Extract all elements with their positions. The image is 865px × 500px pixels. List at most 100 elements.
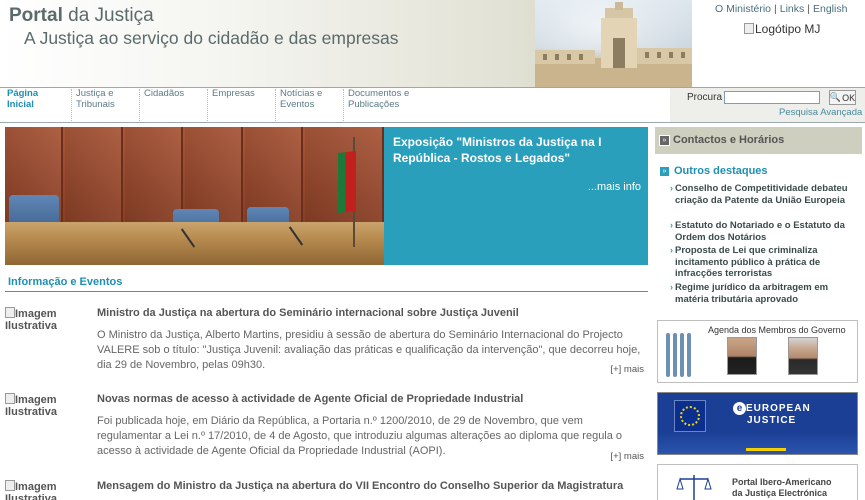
logo-mj[interactable]: Logótipo MJ (744, 22, 820, 36)
news-image: Imagem Ilustrativa (5, 393, 90, 418)
feature-title[interactable]: Exposição "Ministros da Justiça na I Rep… (393, 135, 643, 166)
broken-image-icon (744, 23, 754, 34)
highlight-item[interactable]: › Estatuto do Notariado e o Estatuto da O… (670, 220, 860, 243)
stripe (687, 333, 691, 377)
nav-item-empresas[interactable]: Empresas (207, 88, 273, 121)
news-title[interactable]: Mensagem do Ministro da Justiça na abert… (97, 480, 647, 492)
double-arrow-icon: » (659, 135, 670, 146)
nav-item-pagina-inicial[interactable]: Página Inicial (3, 88, 65, 121)
search-button-label: OK (842, 92, 856, 103)
nav-item-noticias-eventos[interactable]: Notícias e Eventos (275, 88, 341, 121)
scales-icon (676, 475, 712, 500)
highlight-text: Regime jurídico da arbitragem em matéria… (675, 282, 829, 305)
site-title[interactable]: Portal da Justiça (9, 5, 154, 27)
ej-line1: EUROPEAN (746, 403, 811, 414)
arch-illustration (535, 2, 692, 87)
nav-item-line2: Inicial (7, 98, 34, 110)
nav-item-line1: Página (7, 88, 39, 99)
contacts-label: Contactos e Horários (673, 134, 785, 146)
highlight-item[interactable]: › Proposta de Lei que criminaliza incitam… (670, 245, 860, 280)
info-heading: Informação e Eventos (8, 276, 123, 288)
news-more-link[interactable]: [+] mais (610, 364, 644, 375)
stripes-logo-icon (666, 333, 692, 377)
european-justice-banner[interactable]: e EUROPEAN JUSTICE (657, 392, 858, 455)
broken-image-icon (5, 307, 15, 318)
feature-banner: Exposição "Ministros da Justiça na I Rep… (5, 127, 648, 265)
header-photo (535, 0, 692, 87)
nav-item-line2: Publicações (348, 98, 400, 110)
broken-image-icon (5, 393, 15, 404)
highlight-text: Conselho de Competitividade debateu cria… (675, 183, 848, 206)
feature-more-link[interactable]: ...mais info (588, 181, 641, 193)
separator: | (774, 3, 777, 15)
contacts-box[interactable]: » Contactos e Horários (655, 127, 862, 154)
news-item: Imagem Ilustrativa Ministro da Justiça n… (5, 307, 648, 382)
stripe (666, 333, 670, 377)
nav-item-line1: Justiça e (76, 88, 114, 99)
divider (5, 291, 648, 292)
search-button[interactable]: 🔍 OK (829, 90, 856, 105)
double-arrow-icon: » (659, 166, 670, 177)
search-input[interactable] (724, 91, 820, 104)
agenda-banner[interactable]: Agenda dos Membros do Governo (657, 320, 858, 383)
ibero-line1: Portal Ibero-Americano (732, 477, 832, 487)
site-header: Portal da Justiça A Justiça ao serviço d… (0, 0, 865, 87)
desk (5, 222, 384, 265)
ej-line2: JUSTICE (747, 415, 797, 426)
news-title[interactable]: Ministro da Justiça na abertura do Semin… (97, 307, 647, 319)
eu-stars-ring (680, 406, 700, 426)
site-title-rest: da Justiça (62, 5, 154, 26)
bullet-icon: › (670, 183, 673, 193)
news-item: Imagem Ilustrativa Mensagem do Ministro … (5, 480, 648, 500)
nav-item-justica-tribunais[interactable]: Justiça e Tribunais (71, 88, 137, 121)
advanced-search-link[interactable]: Pesquisa Avançada (779, 107, 862, 118)
nav-item-line1: Empresas (212, 88, 255, 99)
stripe (673, 333, 677, 377)
nav-item-line2: Eventos (280, 98, 315, 110)
news-image: Imagem Ilustrativa (5, 307, 90, 332)
site-title-bold: Portal (9, 5, 63, 26)
news-title[interactable]: Novas normas de acesso à actividade de A… (97, 393, 647, 405)
news-item: Imagem Ilustrativa Novas normas de acess… (5, 393, 648, 468)
nav-item-line2: Tribunais (76, 98, 115, 110)
search-label: Procura (687, 92, 723, 103)
highlight-text: Proposta de Lei que criminaliza incitame… (675, 245, 821, 279)
agenda-label: Agenda dos Membros do Governo (708, 325, 846, 335)
broken-image-icon (5, 480, 15, 491)
wall-panel (185, 127, 243, 222)
bullet-icon: › (670, 245, 673, 255)
scale-icon (746, 431, 786, 451)
nav-item-line1: Documentos e (348, 88, 410, 99)
news-more-link[interactable]: [+] mais (610, 451, 644, 462)
nav-item-line1: Notícias e (280, 88, 323, 99)
ibero-american-portal-banner[interactable]: Portal Ibero-Americano da Justiça Electr… (657, 464, 858, 500)
ibero-line2: da Justiça Electrónica (732, 488, 828, 498)
nav-item-line1: Cidadãos (144, 88, 185, 99)
ibero-text: Portal Ibero-Americano da Justiça Electr… (732, 477, 832, 499)
wall-panel (65, 127, 123, 222)
top-link-links[interactable]: Links (780, 3, 805, 15)
feature-text-panel: Exposição "Ministros da Justiça na I Rep… (384, 127, 648, 265)
minister-portrait (788, 337, 818, 375)
search-icon: 🔍 (829, 92, 842, 102)
highlights-title: Outros destaques (674, 165, 768, 177)
eu-flag-icon (674, 400, 706, 432)
feature-image[interactable] (5, 127, 384, 265)
nav-item-documentos-publicacoes[interactable]: Documentos e Publicações (343, 88, 423, 121)
highlight-item[interactable]: › Conselho de Competitividade debateu cri… (670, 183, 860, 206)
news-body: Foi publicada hoje, em Diário da Repúbli… (97, 415, 623, 457)
highlight-item[interactable]: › Regime jurídico da arbitragem em matéri… (670, 282, 860, 305)
search-area: Procura 🔍 OK Pesquisa Avançada (670, 87, 865, 123)
highlight-text: Estatuto do Notariado e o Estatuto da Or… (675, 220, 845, 243)
nav-item-cidadaos[interactable]: Cidadãos (139, 88, 205, 121)
top-link-english[interactable]: English (813, 3, 847, 15)
wall-panel (125, 127, 183, 222)
stripe (680, 333, 684, 377)
news-image: Imagem Ilustrativa (5, 480, 90, 500)
european-justice-text: e EUROPEAN JUSTICE (733, 402, 811, 427)
minister-portrait (727, 337, 757, 375)
highlights-box: » Outros destaques › Conselho de Competit… (655, 158, 862, 313)
top-links: O Ministério | Links | English (715, 3, 847, 15)
portugal-flag (338, 151, 356, 213)
top-link-ministerio[interactable]: O Ministério (715, 3, 771, 15)
